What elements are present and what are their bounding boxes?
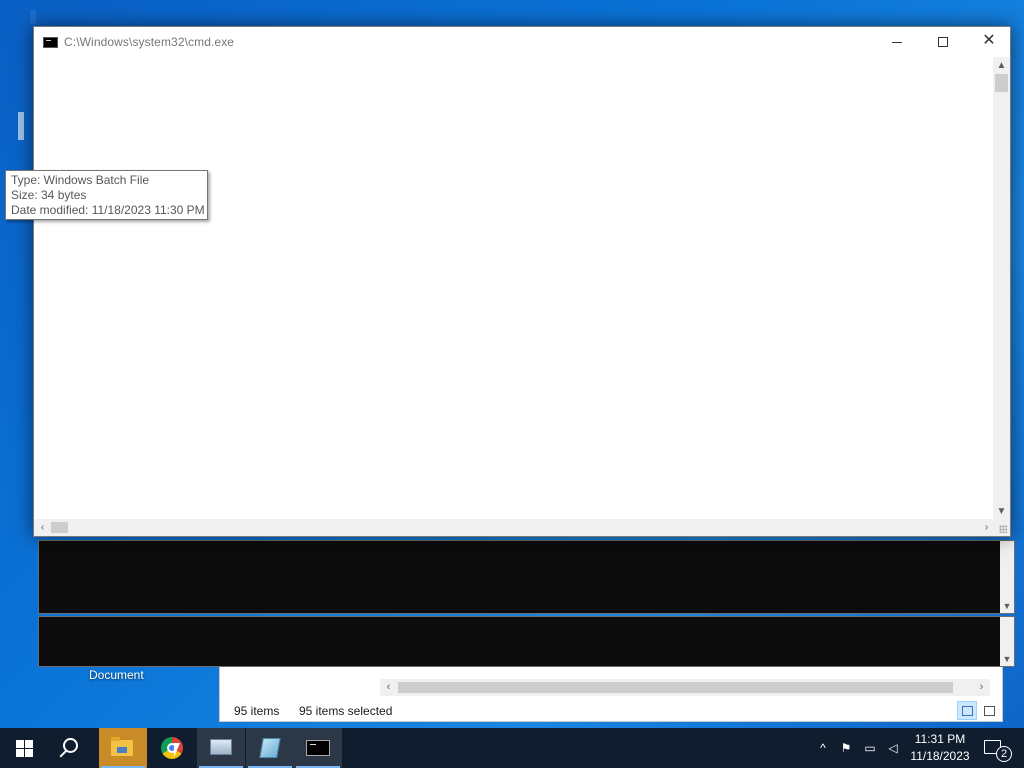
details-view-icon bbox=[962, 706, 973, 716]
monitor-icon bbox=[210, 739, 232, 755]
desktop-icon-fragment bbox=[30, 10, 36, 24]
desktop-label-document[interactable]: Document bbox=[89, 668, 144, 682]
notification-count: 2 bbox=[996, 746, 1012, 762]
console-output-area[interactable] bbox=[34, 57, 995, 520]
start-button[interactable] bbox=[0, 728, 48, 768]
taskbar: ^ ⚑ ▭ ◁ 11:31 PM 11/18/2023 2 bbox=[0, 728, 1024, 768]
clock-time: 11:31 PM bbox=[914, 732, 966, 746]
scroll-right-icon[interactable]: › bbox=[973, 679, 990, 696]
notifications-button[interactable]: 2 bbox=[980, 728, 1020, 768]
large-icons-view-icon bbox=[984, 706, 995, 716]
mouse-cursor-icon bbox=[174, 743, 180, 757]
close-icon: ✕ bbox=[982, 32, 996, 49]
explorer-horizontal-scrollbar[interactable]: ‹ › bbox=[380, 679, 990, 696]
window-title: C:\Windows\system32\cmd.exe bbox=[64, 35, 235, 49]
item-count: 95 items bbox=[234, 704, 280, 718]
large-icons-view-button[interactable] bbox=[979, 701, 999, 720]
scroll-down-icon[interactable]: ▼ bbox=[1000, 652, 1014, 666]
cmd-titlebar[interactable]: C:\Windows\system32\cmd.exe ✕ bbox=[34, 27, 1010, 57]
horizontal-scroll-thumb[interactable] bbox=[51, 522, 68, 533]
search-button[interactable] bbox=[48, 728, 96, 768]
file-tooltip: Type: Windows Batch File Size: 34 bytes … bbox=[5, 170, 208, 220]
folder-icon bbox=[111, 737, 133, 756]
console-window-back-1[interactable]: ▼ bbox=[38, 540, 1015, 614]
explorer-status-bar: 95 items 95 items selected bbox=[220, 699, 1002, 721]
windows-logo-icon bbox=[16, 740, 33, 757]
system-tray: ^ ⚑ ▭ ◁ bbox=[812, 728, 907, 768]
scroll-down-icon[interactable]: ▼ bbox=[1000, 599, 1014, 613]
taskbar-notepad[interactable] bbox=[246, 728, 294, 768]
volume-muted-icon[interactable]: ◁ bbox=[885, 740, 901, 756]
vertical-scroll-thumb[interactable] bbox=[995, 74, 1008, 92]
cmd-window[interactable]: C:\Windows\system32\cmd.exe ✕ ▲ ▼ ‹ › bbox=[33, 26, 1011, 537]
cmd-icon bbox=[306, 740, 330, 756]
taskbar-command-prompt[interactable] bbox=[294, 728, 342, 768]
console-scrollbar[interactable]: ▼ bbox=[1000, 541, 1014, 613]
desktop: Document ‹ › 95 items 95 items selected … bbox=[0, 0, 1024, 728]
scroll-down-icon[interactable]: ▼ bbox=[993, 503, 1010, 520]
search-icon bbox=[63, 738, 78, 753]
desktop-icon-fragment bbox=[18, 112, 24, 140]
network-icon[interactable]: ▭ bbox=[862, 740, 878, 756]
close-button[interactable]: ✕ bbox=[966, 27, 1012, 57]
maximize-icon bbox=[938, 37, 948, 47]
taskbar-chrome[interactable] bbox=[148, 728, 196, 768]
clock[interactable]: 11:31 PM 11/18/2023 bbox=[905, 731, 975, 765]
taskbar-server-manager[interactable] bbox=[197, 728, 245, 768]
taskbar-file-explorer[interactable] bbox=[99, 728, 147, 768]
scroll-up-icon[interactable]: ▲ bbox=[993, 57, 1010, 74]
console-scrollbar[interactable]: ▼ bbox=[1000, 617, 1014, 666]
selected-count: 95 items selected bbox=[299, 704, 393, 718]
scroll-left-icon[interactable]: ‹ bbox=[34, 519, 51, 536]
horizontal-scrollbar[interactable]: ‹ › bbox=[34, 519, 995, 536]
details-view-button[interactable] bbox=[957, 701, 977, 720]
security-icon[interactable]: ⚑ bbox=[838, 740, 854, 756]
file-explorer-window[interactable]: ‹ › 95 items 95 items selected bbox=[219, 660, 1003, 722]
minimize-icon bbox=[892, 42, 902, 43]
tooltip-size: Size: 34 bytes bbox=[11, 188, 87, 202]
minimize-button[interactable] bbox=[874, 27, 920, 57]
console-window-back-2[interactable]: ▼ bbox=[38, 616, 1015, 667]
chevron-up-icon[interactable]: ^ bbox=[815, 740, 831, 756]
resize-grip[interactable] bbox=[993, 519, 1010, 536]
cmd-app-icon bbox=[43, 37, 58, 48]
scroll-left-icon[interactable]: ‹ bbox=[380, 679, 397, 696]
maximize-button[interactable] bbox=[920, 27, 966, 57]
scroll-thumb[interactable] bbox=[398, 682, 953, 693]
vertical-scrollbar[interactable]: ▲ ▼ bbox=[993, 57, 1010, 520]
tooltip-type: Type: Windows Batch File bbox=[11, 173, 150, 187]
tooltip-modified: Date modified: 11/18/2023 11:30 PM bbox=[11, 203, 205, 217]
clock-date: 11/18/2023 bbox=[910, 749, 970, 763]
document-icon bbox=[259, 738, 281, 758]
